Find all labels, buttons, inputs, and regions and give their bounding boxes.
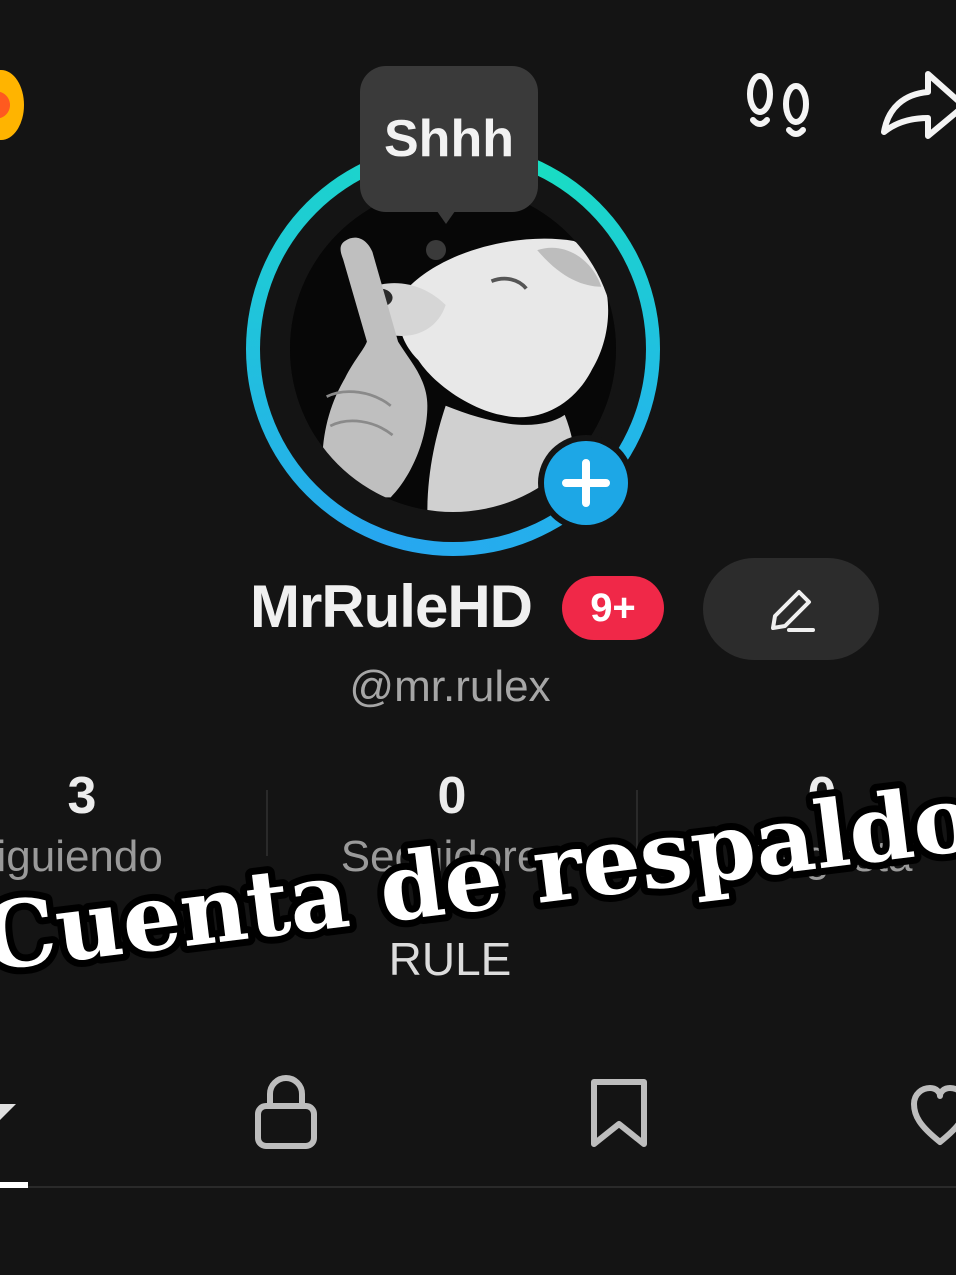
- content-area: [0, 1190, 956, 1275]
- status-bubble[interactable]: Shhh: [360, 66, 538, 212]
- status-bubble-text: Shhh: [384, 110, 514, 168]
- display-name: MrRuleHD: [250, 573, 533, 640]
- username-handle: @mr.rulex: [349, 662, 551, 711]
- footprints-icon[interactable]: [740, 68, 820, 148]
- tab-saved[interactable]: [588, 1076, 650, 1155]
- tab-private[interactable]: [252, 1072, 320, 1157]
- chevron-down-icon: [0, 1104, 16, 1120]
- share-icon[interactable]: [878, 62, 956, 152]
- caption-text: Cuenta de respaldo: [0, 764, 956, 990]
- edit-profile-button[interactable]: [703, 558, 879, 660]
- pencil-icon: [771, 590, 815, 632]
- notification-badge[interactable]: 9+: [562, 576, 664, 640]
- caption-overlay: Cuenta de respaldo: [0, 760, 956, 990]
- status-bubble-dot: [426, 240, 446, 260]
- active-tab-indicator: [0, 1182, 28, 1188]
- status-bubble-tail: [432, 204, 460, 224]
- bookmark-icon: [591, 1079, 647, 1147]
- plus-icon: [562, 459, 610, 507]
- tab-liked[interactable]: [910, 1084, 956, 1153]
- coin-icon[interactable]: [0, 70, 24, 140]
- tab-videos[interactable]: [0, 1090, 24, 1135]
- tab-bar-divider: [0, 1186, 956, 1188]
- add-story-button[interactable]: [538, 435, 634, 531]
- heart-icon: [911, 1085, 956, 1145]
- lock-icon: [255, 1075, 317, 1149]
